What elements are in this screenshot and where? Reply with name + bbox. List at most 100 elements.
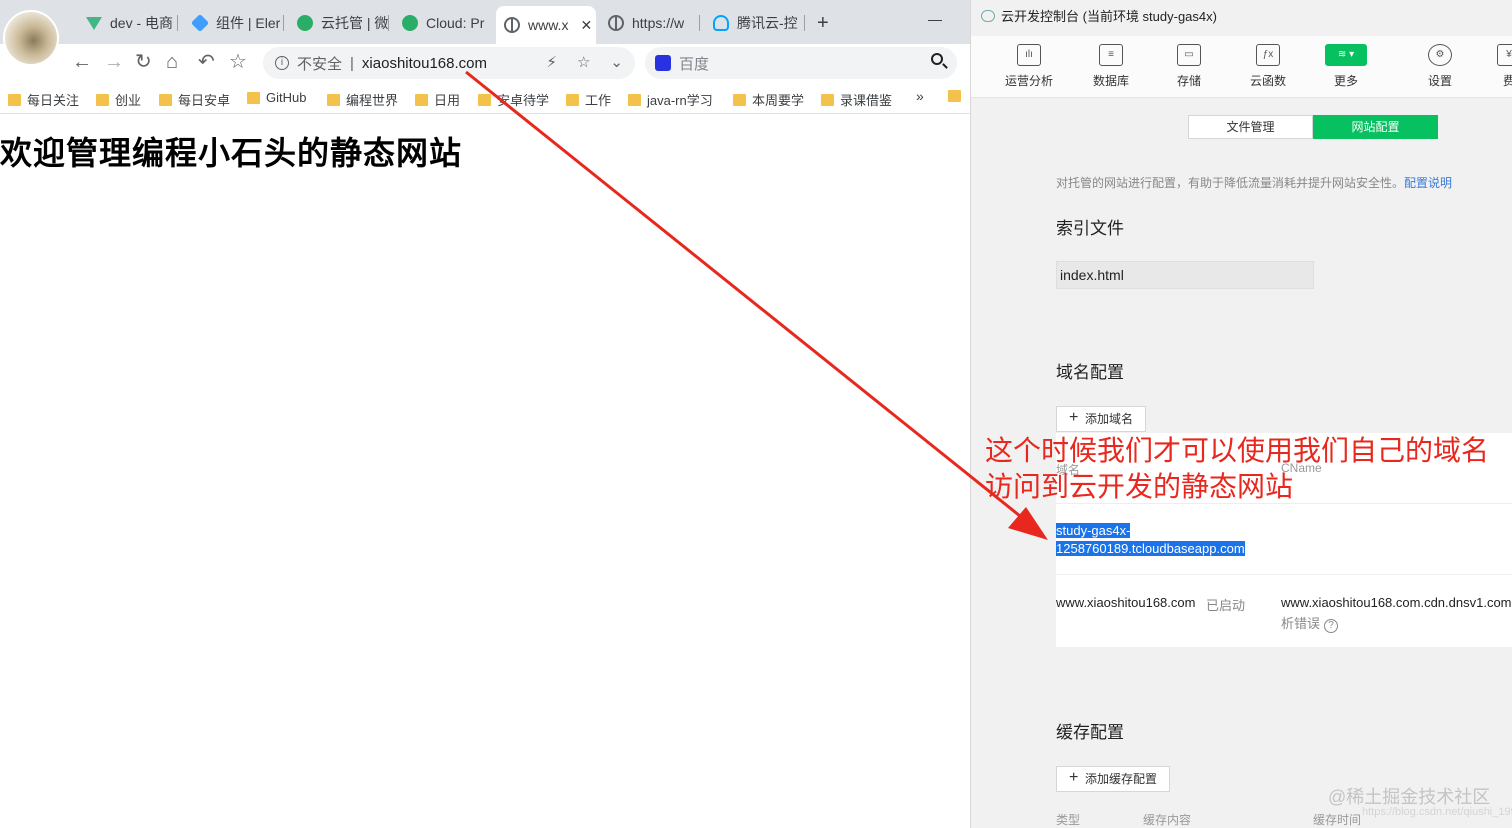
address-bar[interactable]: i 不安全 | xiaoshitou168.com ⚡ ☆ ⌄	[263, 47, 635, 79]
toolbar-storage[interactable]: ▭ 存储	[1159, 44, 1219, 89]
bookmark-item[interactable]: GitHub	[247, 90, 306, 105]
info-icon[interactable]: i	[275, 56, 289, 70]
tab-dev[interactable]: dev - 电商	[78, 8, 178, 38]
chevron-down-icon[interactable]: ⌄	[610, 53, 623, 71]
bookmark-item[interactable]: 创业	[96, 90, 141, 109]
home-icon[interactable]: ⌂	[166, 50, 178, 74]
bookmark-label: 录课借鉴	[840, 93, 893, 108]
toolbar-fee[interactable]: ¥ 费	[1479, 44, 1512, 89]
bookmark-item[interactable]: 安卓待学	[478, 90, 549, 109]
toolbar-database[interactable]: ≡ 数据库	[1081, 44, 1141, 89]
console-toolbar: ılı 运营分析 ≡ 数据库 ▭ 存储 ƒx 云函数 ≋ ▾ 更多 ⚙ 设置 ¥ 费	[971, 36, 1512, 98]
vue-icon	[86, 16, 102, 30]
folder-icon	[8, 93, 21, 106]
toolbar-functions[interactable]: ƒx 云函数	[1238, 44, 1298, 89]
tab-tencent-cloud[interactable]: 腾讯云-控	[705, 8, 805, 38]
bookmark-item[interactable]: 每日关注	[8, 90, 79, 109]
reload-icon[interactable]: ↻	[135, 50, 152, 74]
folder-icon	[628, 93, 641, 106]
folder-icon	[247, 91, 260, 104]
tab-element[interactable]: 组件 | Eler	[184, 8, 284, 38]
gear-icon: ⚙	[1428, 44, 1452, 66]
cname-note-text: 析错误	[1281, 616, 1321, 631]
plus-icon: +	[1069, 409, 1079, 426]
domain-line: 1258760189.tcloudbaseapp.com	[1056, 541, 1245, 556]
default-domain-cell[interactable]: study-gas4x- 1258760189.tcloudbaseapp.co…	[1056, 522, 1245, 558]
tab-label: dev - 电商	[110, 15, 174, 31]
new-tab-button[interactable]: +	[817, 12, 829, 35]
function-icon: ƒx	[1256, 44, 1280, 66]
help-icon[interactable]: ?	[1324, 619, 1339, 633]
tab-label: www.x	[528, 17, 569, 33]
tab-cloud[interactable]: Cloud: Pr	[394, 8, 494, 38]
column-header-cache-time: 缓存时间	[1313, 813, 1362, 827]
bookmark-item[interactable]: 日用	[415, 90, 460, 109]
forward-icon[interactable]: →	[104, 50, 124, 74]
toolbar-label: 设置	[1427, 74, 1452, 88]
wechat-icon	[297, 15, 313, 31]
toolbar-more[interactable]: ≋ ▾ 更多	[1316, 44, 1376, 89]
index-file-field[interactable]: index.html	[1056, 261, 1314, 289]
add-cache-button[interactable]: + 添加缓存配置	[1056, 766, 1171, 792]
folder-icon	[415, 93, 428, 106]
tab-file-management[interactable]: 文件管理	[1188, 115, 1313, 139]
star-icon[interactable]: ☆	[577, 53, 590, 71]
domain-status-badge: 已启动	[1206, 598, 1246, 613]
close-tab-icon[interactable]: ✕	[580, 17, 592, 34]
bookmark-item[interactable]: 录课借鉴	[821, 90, 892, 109]
bookmark-label: 安卓待学	[497, 93, 550, 108]
lightning-icon[interactable]: ⚡	[546, 53, 557, 71]
console-title-bar: 云开发控制台 (当前环境 study-gas4x)	[981, 6, 1217, 25]
search-icon[interactable]	[931, 53, 943, 65]
bookmarks-more-button[interactable]: »	[916, 88, 924, 104]
domain-section-title: 域名配置	[1056, 363, 1124, 382]
bookmark-item[interactable]: 本周要学	[733, 90, 804, 109]
bookmark-item[interactable]: 工作	[566, 90, 611, 109]
back-icon[interactable]: ←	[72, 50, 92, 74]
fee-icon: ¥	[1497, 44, 1512, 66]
tab-https[interactable]: https://w	[600, 8, 700, 38]
bookmark-item[interactable]: 每日安卓	[159, 90, 230, 109]
toolbar-analytics[interactable]: ılı 运营分析	[999, 44, 1059, 89]
tab-website-config[interactable]: 网站配置	[1313, 115, 1438, 139]
bookmark-label: 工作	[585, 93, 612, 108]
toolbar-label: 存储	[1176, 74, 1201, 88]
folder-icon	[478, 93, 491, 106]
add-domain-button[interactable]: + 添加域名	[1056, 406, 1147, 432]
cloud-icon	[981, 9, 995, 22]
search-box[interactable]: 百度	[645, 47, 957, 79]
tab-cloud-hosting[interactable]: 云托管 | 微	[289, 8, 389, 38]
column-header-type: 类型	[1056, 813, 1081, 827]
security-label: 不安全	[297, 55, 343, 73]
row-divider	[1056, 574, 1512, 575]
console-tabs: 文件管理 网站配置	[1188, 115, 1438, 139]
navigation-bar: ← → ↻ ⌂ ↶ ☆ i 不安全 | xiaoshitou168.com ⚡ …	[0, 44, 970, 82]
bookmark-label: GitHub	[266, 90, 307, 105]
toolbar-label: 费	[1502, 74, 1512, 88]
undo-icon[interactable]: ↶	[198, 50, 215, 74]
baidu-icon	[655, 55, 671, 71]
cname-cell: www.xiaoshitou168.com.cdn.dnsv1.com	[1281, 595, 1512, 610]
annotation-line: 这个时候我们才可以使用我们自己的域名	[985, 434, 1490, 467]
bookmark-label: 每日安卓	[178, 93, 231, 108]
page-heading: 欢迎管理编程小石头的静态网站	[0, 134, 463, 172]
custom-domain-cell: www.xiaoshitou168.com	[1056, 595, 1196, 610]
folder-icon	[733, 93, 746, 106]
browser-window: dev - 电商 组件 | Eler 云托管 | 微 Cloud: Pr www…	[0, 0, 970, 828]
button-label: 添加域名	[1085, 412, 1134, 426]
bookmark-item-overflow[interactable]	[948, 90, 961, 102]
config-help-link[interactable]: 配置说明	[1404, 176, 1452, 190]
bookmark-star-icon[interactable]: ☆	[229, 50, 247, 74]
profile-avatar[interactable]	[3, 10, 59, 66]
toolbar-label: 运营分析	[1004, 74, 1053, 88]
toolbar-settings[interactable]: ⚙ 设置	[1410, 44, 1470, 89]
bookmark-item[interactable]: 编程世界	[327, 90, 398, 109]
tab-active-site[interactable]: www.x ✕	[496, 6, 596, 44]
description-text: 对托管的网站进行配置，有助于降低流量消耗并提升网站安全性。	[1056, 176, 1405, 190]
index-section-title: 索引文件	[1056, 219, 1124, 238]
watermark-url: https://blog.csdn.net/qiushi_1990	[1362, 806, 1512, 818]
minimize-icon[interactable]	[928, 20, 942, 21]
url-text[interactable]: xiaoshitou168.com	[362, 55, 487, 72]
bookmark-item[interactable]: java-rn学习	[628, 90, 713, 109]
folder-icon	[821, 93, 834, 106]
